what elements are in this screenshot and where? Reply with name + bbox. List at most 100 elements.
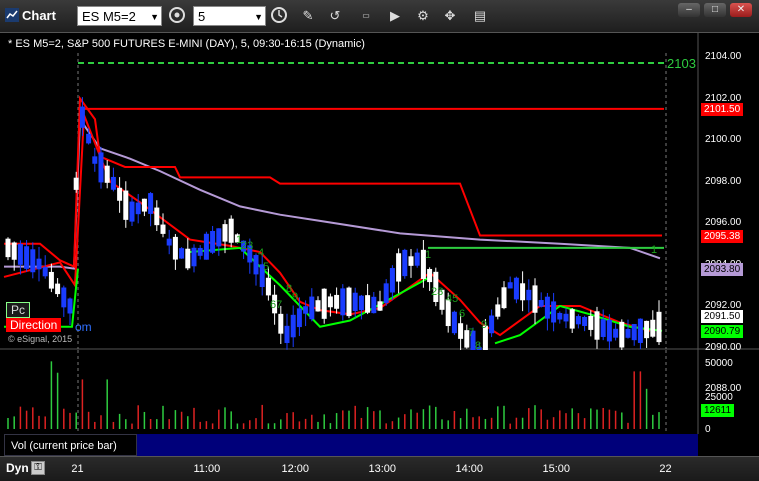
- candle-body: [396, 253, 402, 282]
- price-badge: 2101.50: [701, 102, 744, 116]
- candle-body: [179, 248, 185, 259]
- count-label: 45: [446, 293, 459, 305]
- candle-body: [371, 296, 377, 314]
- time-tick: 14:00: [455, 463, 484, 475]
- time-tick: 15:00: [542, 463, 571, 475]
- candle-body: [340, 288, 346, 316]
- chart-icon: [5, 8, 19, 22]
- window-title: Chart: [22, 8, 56, 23]
- candle-body: [309, 296, 315, 320]
- candle-body: [377, 301, 383, 311]
- time-tick: 21: [71, 463, 84, 475]
- candle-body: [327, 296, 333, 308]
- quote-icon[interactable]: ▭: [354, 6, 378, 26]
- candle-body: [228, 218, 234, 243]
- candle-body: [92, 156, 98, 164]
- chart-header: * ES M5=2, S&P 500 FUTURES E-MINI (DAY),…: [8, 38, 365, 50]
- note-icon[interactable]: ▤: [470, 6, 490, 26]
- price-badge: 2095.38: [701, 229, 744, 243]
- candle-body: [315, 300, 321, 312]
- lock-icon[interactable]: ⚿: [31, 461, 45, 475]
- time-tick: 11:00: [193, 463, 221, 475]
- candle-body: [17, 243, 23, 265]
- time-tick: 22: [659, 463, 672, 475]
- count-label: 23: [241, 240, 254, 252]
- chevron-down-icon[interactable]: ▼: [150, 7, 159, 27]
- candle-body: [30, 249, 36, 273]
- maximize-button[interactable]: □: [704, 3, 726, 17]
- candle-body: [284, 325, 290, 344]
- symbol-input[interactable]: ES M5=2 ▼: [77, 6, 162, 26]
- level-label: 2103: [667, 56, 696, 71]
- candle-body: [513, 277, 519, 300]
- candle-body: [358, 295, 364, 311]
- refresh-icon[interactable]: [166, 6, 188, 26]
- candle-body: [402, 249, 408, 277]
- candle-body: [61, 287, 67, 308]
- cursor-icon[interactable]: ↺: [325, 6, 345, 26]
- candle-body: [352, 292, 358, 312]
- volume-badge: 12611: [701, 404, 735, 417]
- count-label: 6: [459, 308, 466, 320]
- candle-body: [458, 323, 464, 339]
- candle-body: [191, 247, 197, 267]
- price-tick: 2104.00: [705, 51, 742, 62]
- candle-body: [24, 246, 30, 269]
- candle-body: [154, 207, 160, 226]
- candle-body: [172, 236, 178, 260]
- price-tick: 2098.00: [705, 175, 742, 187]
- candle-body: [48, 271, 54, 289]
- candle-body: [588, 315, 594, 330]
- candle-body: [557, 312, 563, 320]
- direction-tag[interactable]: Direction: [6, 318, 62, 332]
- price-badge: 2093.80: [701, 262, 744, 276]
- candle-body: [210, 230, 216, 253]
- pc-tag[interactable]: Pc: [6, 302, 31, 318]
- draw-pen-icon[interactable]: ✎: [298, 6, 318, 26]
- clock-icon[interactable]: [268, 6, 290, 26]
- candle-body: [569, 309, 575, 329]
- price-chart[interactable]: [0, 33, 759, 350]
- volume-label-bar: [137, 434, 698, 456]
- time-axis: Dyn ⚿ 21 11:00 12:00 13:00 14:00 15:00 22: [0, 456, 759, 481]
- interval-input[interactable]: 5 ▼: [193, 6, 266, 26]
- settings-icon[interactable]: ⚙: [413, 6, 433, 26]
- time-tick: 13:00: [368, 463, 397, 475]
- candle-body: [290, 314, 296, 338]
- dynamic-label: Dyn: [6, 461, 29, 475]
- close-button[interactable]: ✕: [730, 3, 752, 17]
- price-tick: 2100.00: [705, 134, 742, 145]
- candle-body: [520, 283, 526, 301]
- purple-average-line: [4, 116, 661, 270]
- minimize-button[interactable]: –: [678, 3, 700, 17]
- candle-body: [222, 224, 228, 242]
- play-icon[interactable]: ▶: [385, 6, 405, 26]
- volume-chart[interactable]: [0, 350, 759, 434]
- candle-body: [495, 304, 501, 317]
- candle-body: [197, 247, 203, 256]
- candle-body: [166, 238, 172, 246]
- candle-body: [278, 313, 284, 334]
- link-icon[interactable]: ✥: [440, 6, 460, 26]
- candle-body: [575, 316, 581, 325]
- candle-body: [637, 318, 643, 343]
- chevron-down-icon[interactable]: ▼: [254, 7, 263, 27]
- candle-body: [644, 320, 650, 339]
- candle-body: [203, 233, 209, 260]
- candle-body: [265, 277, 271, 296]
- candle-body: [538, 300, 544, 307]
- candle-body: [110, 176, 116, 190]
- candle-body: [185, 248, 191, 269]
- symbol-value: ES M5=2: [82, 9, 136, 24]
- count-label: 5: [263, 261, 270, 273]
- candle-body: [631, 324, 637, 341]
- price-tick: 2092.00: [705, 300, 742, 311]
- candle-body: [551, 301, 557, 323]
- candle-body: [104, 165, 110, 183]
- candle-body: [526, 289, 532, 301]
- direction-tag-suffix: om: [75, 320, 92, 334]
- count-label: 1: [425, 249, 432, 261]
- candle-body: [160, 224, 166, 234]
- candle-body: [544, 296, 550, 319]
- title-bar: Chart ES M5=2 ▼ 5 ▼ ✎ ↺ ▭ ▶ ⚙ ✥ ▤ – □ ✕: [0, 0, 759, 33]
